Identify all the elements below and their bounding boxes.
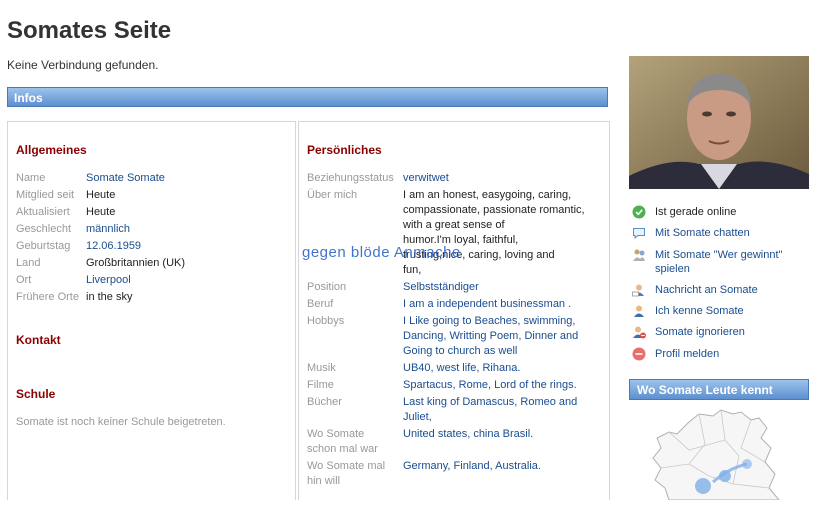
former-places-value: in the sky xyxy=(86,291,133,303)
report-profile-link-label[interactable]: Profil melden xyxy=(655,347,815,361)
country-value: Großbritannien (UK) xyxy=(86,257,186,269)
been-to-label: Wo Somate xyxy=(307,428,365,440)
game-icon xyxy=(632,248,646,262)
been-to-label: schon mal war xyxy=(307,443,378,455)
music-value-link[interactable]: UB40, west life, Rihana. xyxy=(403,361,520,375)
connection-status: Keine Verbindung gefunden. xyxy=(7,58,159,72)
country-label: Land xyxy=(16,257,41,269)
persoenliches-heading: Persönliches xyxy=(307,143,382,157)
profile-photo-image xyxy=(629,56,809,189)
message-icon xyxy=(632,283,646,297)
wants-to-go-label: hin will xyxy=(307,475,341,487)
about-me-label: Über mich xyxy=(307,189,358,201)
personal-info-panel: Persönliches Beziehungsstatus verwitwet … xyxy=(298,121,610,500)
been-to-value-link[interactable]: United states, china Brasil. xyxy=(403,427,533,441)
relationship-label: Beziehungsstatus xyxy=(307,172,394,184)
know-user-link-label[interactable]: Ich kenne Somate xyxy=(655,304,815,318)
about-me-line: with a great sense of xyxy=(403,219,505,231)
books-line[interactable]: Juliet, xyxy=(403,410,432,424)
hobbies-label: Hobbys xyxy=(307,315,345,327)
city-value-link[interactable]: Liverpool xyxy=(86,273,131,287)
member-since-value: Heute xyxy=(86,189,116,201)
about-me-line: fun, xyxy=(403,264,422,276)
infos-label: Infos xyxy=(14,91,43,105)
friends-map[interactable] xyxy=(629,404,809,501)
allgemeines-heading: Allgemeines xyxy=(16,143,87,157)
wants-to-go-label: Wo Somate mal xyxy=(307,460,386,472)
hobbies-line[interactable]: Going to church as well xyxy=(403,344,517,358)
birthday-value-link[interactable]: 12.06.1959 xyxy=(86,239,141,253)
relationship-value-link[interactable]: verwitwet xyxy=(403,171,449,185)
friends-map-header: Wo Somate Leute kennt xyxy=(629,379,809,400)
friends-map-label: Wo Somate Leute kennt xyxy=(637,383,773,397)
about-me-line: I am an honest, easygoing, caring, xyxy=(403,189,572,201)
about-me-line: compassionate, passionate romantic, xyxy=(403,204,585,216)
online-status-label: Ist gerade online xyxy=(655,206,737,218)
report-icon xyxy=(632,347,646,361)
chat-link-label[interactable]: Mit Somate chatten xyxy=(655,226,815,240)
gender-label: Geschlecht xyxy=(16,223,72,235)
watermark-text: gegen blöde Anmache xyxy=(302,244,461,261)
school-info-text: Somate ist noch keiner Schule beigetrete… xyxy=(16,416,226,428)
films-value-link[interactable]: Spartacus, Rome, Lord of the rings. xyxy=(403,378,577,392)
chat-bubble-icon xyxy=(632,226,646,240)
music-label: Musik xyxy=(307,362,336,374)
name-label: Name xyxy=(16,172,46,184)
hobbies-line[interactable]: Dancing, Writting Poem, Dinner and xyxy=(403,329,578,343)
former-places-label: Frühere Orte xyxy=(16,291,79,303)
wants-to-go-value-link[interactable]: Germany, Finland, Australia. xyxy=(403,459,541,473)
germany-map-image xyxy=(652,409,781,501)
kontakt-heading: Kontakt xyxy=(16,333,61,347)
user-add-icon xyxy=(632,304,646,318)
books-label: Bücher xyxy=(307,396,342,408)
profile-photo[interactable] xyxy=(629,56,809,189)
updated-value: Heute xyxy=(86,206,116,218)
name-value-link[interactable]: Somate Somate xyxy=(86,171,165,185)
position-label: Position xyxy=(307,281,347,293)
game-link-label[interactable]: Mit Somate "Wer gewinnt" spielen xyxy=(655,248,815,276)
gender-value-link[interactable]: männlich xyxy=(86,222,130,236)
schule-heading: Schule xyxy=(16,387,56,401)
user-block-icon xyxy=(632,325,646,339)
hobbies-line[interactable]: I Like going to Beaches, swimming, xyxy=(403,314,575,328)
general-info-panel: Allgemeines Name Somate Somate Mitglied … xyxy=(7,121,296,500)
city-label: Ort xyxy=(16,274,32,286)
member-since-label: Mitglied seit xyxy=(16,189,75,201)
message-link-label[interactable]: Nachricht an Somate xyxy=(655,283,815,297)
page-title: Somates Seite xyxy=(7,17,172,44)
online-check-icon xyxy=(632,205,646,219)
job-value-link[interactable]: I am a independent businessman . xyxy=(403,297,571,311)
job-label: Beruf xyxy=(307,298,334,310)
films-label: Filme xyxy=(307,379,334,391)
ignore-user-link-label[interactable]: Somate ignorieren xyxy=(655,325,815,339)
books-line[interactable]: Last king of Damascus, Romeo and xyxy=(403,395,577,409)
updated-label: Aktualisiert xyxy=(16,206,70,218)
birthday-label: Geburtstag xyxy=(16,240,71,252)
infos-header-bar: Infos xyxy=(7,87,608,107)
position-value-link[interactable]: Selbstständiger xyxy=(403,280,479,294)
